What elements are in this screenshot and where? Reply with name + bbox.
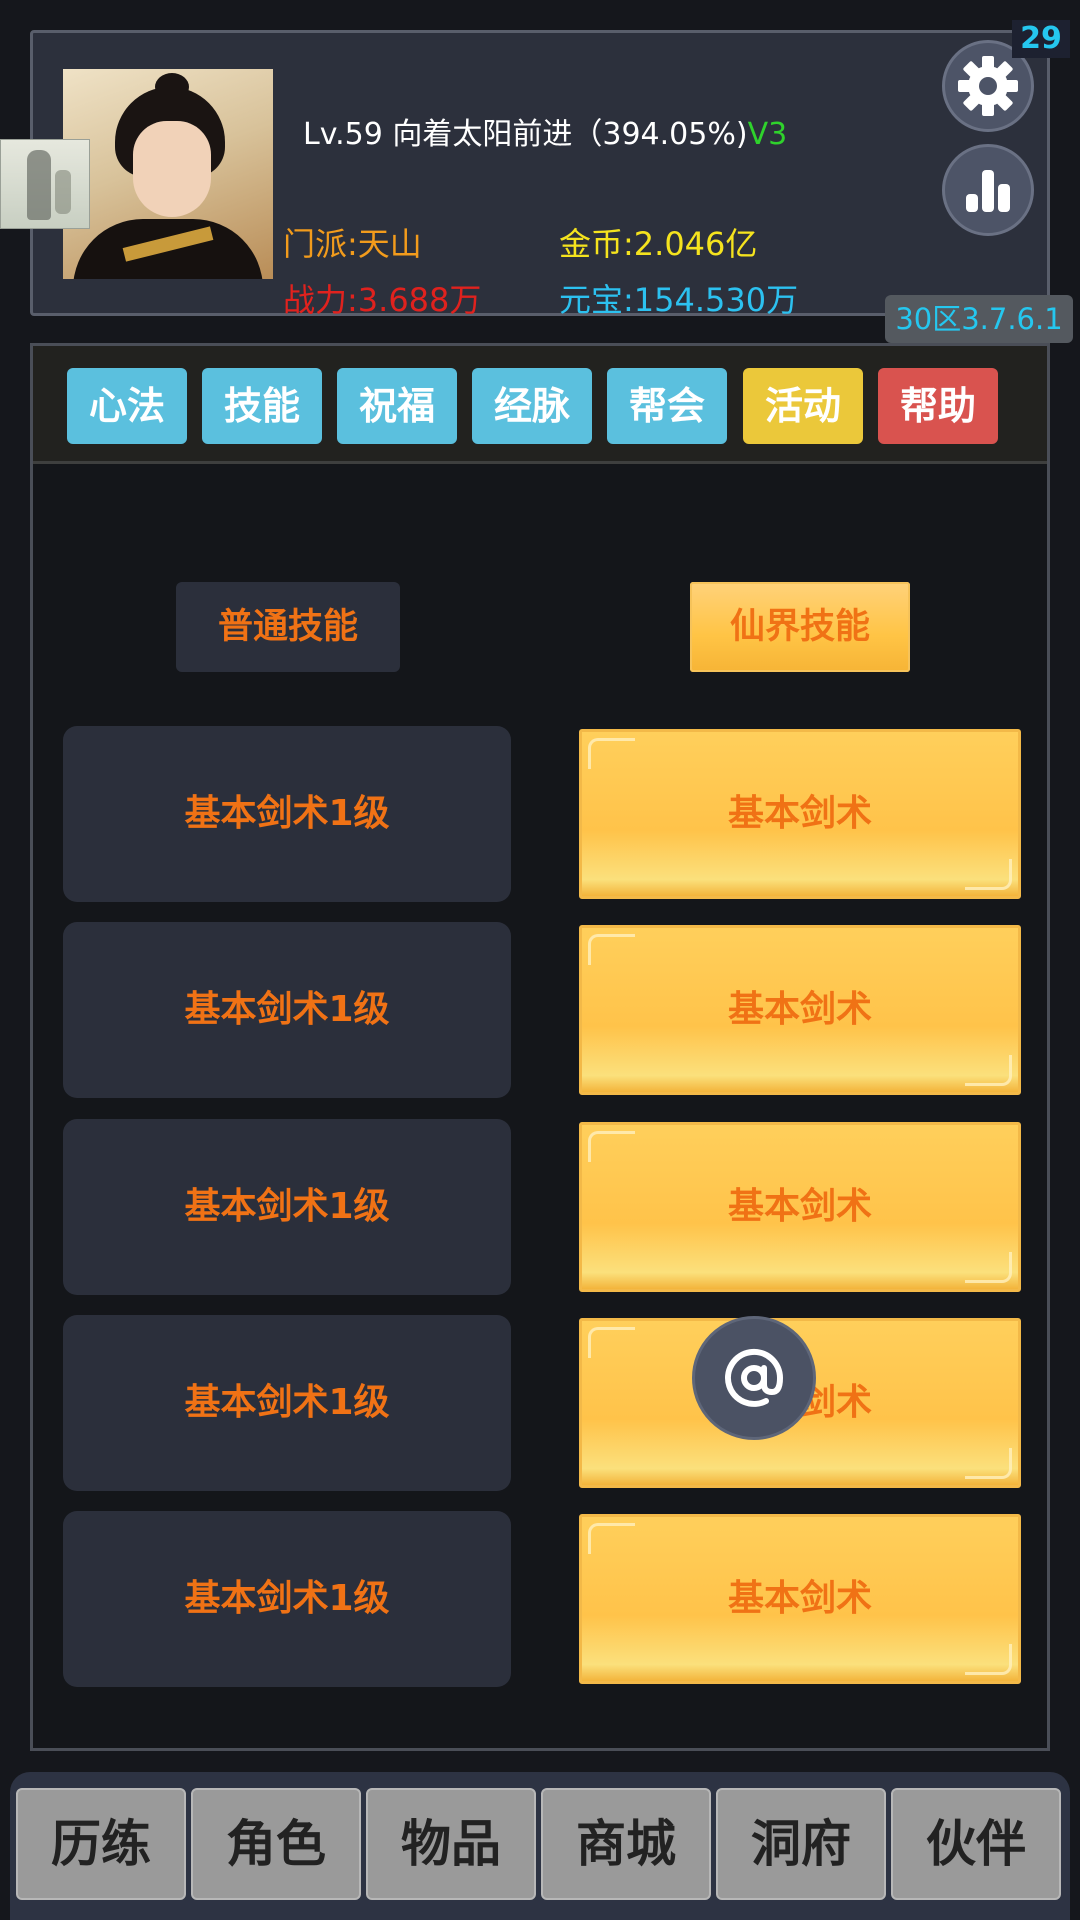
sect-label: 门派:天山 bbox=[283, 225, 422, 263]
at-sign-icon bbox=[725, 1348, 784, 1407]
tab-skills[interactable]: 技能 bbox=[202, 368, 322, 444]
nav-character[interactable]: 角色 bbox=[191, 1788, 361, 1900]
function-tab-bar: 心法 技能 祝福 经脉 帮会 活动 帮助 bbox=[33, 346, 1047, 464]
level-name-text: Lv.59 向着太阳前进（394.05%) bbox=[303, 117, 748, 152]
immortal-skill-slot[interactable]: 基本剑术 bbox=[579, 729, 1021, 899]
immortal-skill-slot[interactable]: 基本剑术 bbox=[579, 1122, 1021, 1292]
tab-meridians[interactable]: 经脉 bbox=[472, 368, 592, 444]
tab-help[interactable]: 帮助 bbox=[878, 368, 998, 444]
normal-skill-slot[interactable]: 基本剑术1级 bbox=[63, 1511, 511, 1687]
combat-power-label: 战力:3.688万 bbox=[283, 281, 482, 319]
player-level-line: Lv.59 向着太阳前进（394.05%)V3 bbox=[303, 109, 787, 153]
nav-items[interactable]: 物品 bbox=[366, 1788, 536, 1900]
immortal-skill-slot[interactable]: 基本剑术 bbox=[579, 1514, 1021, 1684]
nav-cave[interactable]: 洞府 bbox=[716, 1788, 886, 1900]
tab-guild[interactable]: 帮会 bbox=[607, 368, 727, 444]
nav-shop[interactable]: 商城 bbox=[541, 1788, 711, 1900]
side-character-thumbnail[interactable] bbox=[0, 139, 90, 229]
bar-chart-icon bbox=[966, 170, 1010, 212]
player-avatar[interactable] bbox=[63, 69, 273, 279]
bottom-navigation: 历练 角色 物品 商城 洞府 伙伴 bbox=[10, 1772, 1070, 1920]
notification-count-badge: 29 bbox=[1012, 20, 1070, 58]
gold-label: 金币:2.046亿 bbox=[559, 225, 758, 263]
normal-skill-slot[interactable]: 基本剑术1级 bbox=[63, 1315, 511, 1491]
normal-skill-slot[interactable]: 基本剑术1级 bbox=[63, 1119, 511, 1295]
normal-skill-slot[interactable]: 基本剑术1级 bbox=[63, 726, 511, 902]
immortal-skill-slot[interactable]: 基本剑术 bbox=[579, 925, 1021, 1095]
tab-events[interactable]: 活动 bbox=[743, 368, 863, 444]
tab-xinfa[interactable]: 心法 bbox=[67, 368, 187, 444]
normal-skills-tab[interactable]: 普通技能 bbox=[176, 582, 400, 672]
skill-main-panel: 心法 技能 祝福 经脉 帮会 活动 帮助 普通技能 仙界技能 基本剑术1级 基本… bbox=[30, 343, 1050, 1751]
yuanbao-label: 元宝:154.530万 bbox=[559, 281, 799, 319]
nav-partners[interactable]: 伙伴 bbox=[891, 1788, 1061, 1900]
tab-blessing[interactable]: 祝福 bbox=[337, 368, 457, 444]
stats-button[interactable] bbox=[942, 144, 1034, 236]
server-version-label: 30区3.7.6.1 bbox=[885, 295, 1073, 343]
nav-training[interactable]: 历练 bbox=[16, 1788, 186, 1900]
floating-mention-button[interactable] bbox=[692, 1316, 816, 1440]
immortal-skills-tab[interactable]: 仙界技能 bbox=[690, 582, 910, 672]
vip-level: V3 bbox=[747, 117, 788, 152]
normal-skill-slot[interactable]: 基本剑术1级 bbox=[63, 922, 511, 1098]
player-info-panel: Lv.59 向着太阳前进（394.05%)V3 门派:天山 战力:3.688万 … bbox=[30, 30, 1073, 343]
